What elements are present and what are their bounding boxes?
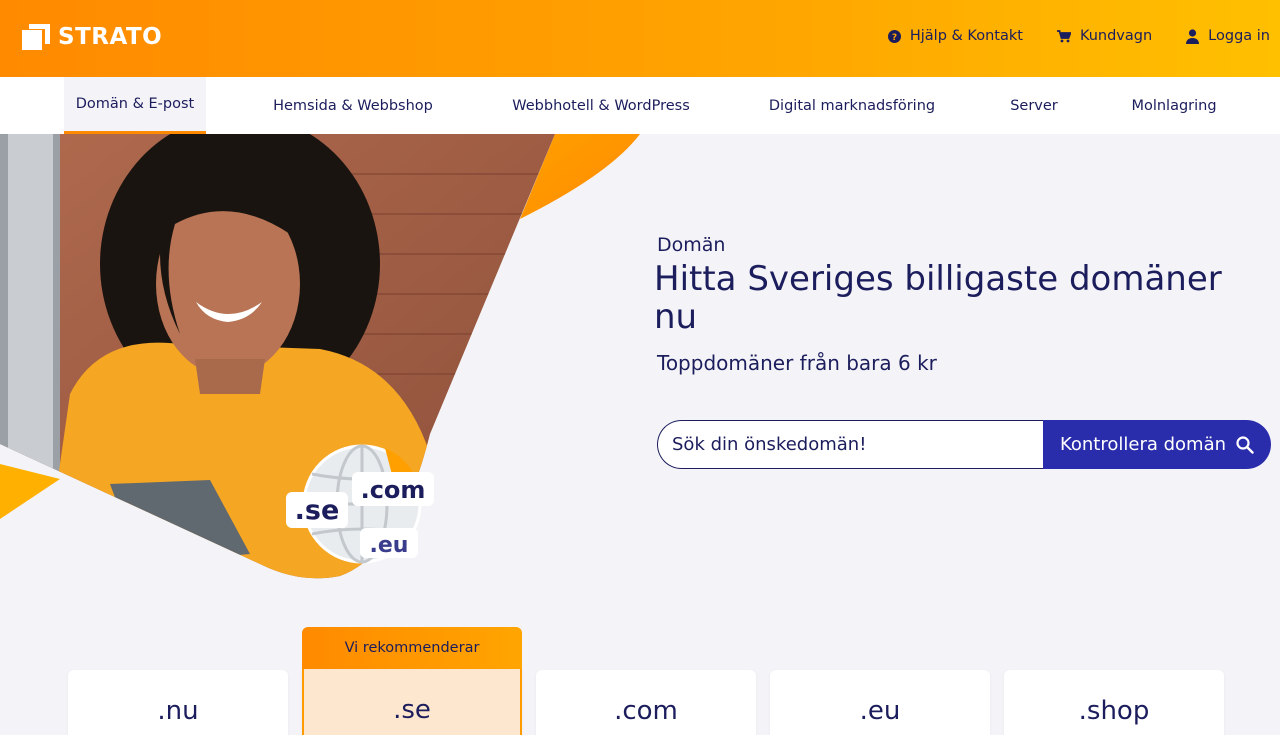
login-label: Logga in [1208,28,1270,44]
domain-tld: .se [393,695,431,725]
globe-tld-eu: .eu [370,533,409,558]
svg-text:?: ? [892,33,897,43]
nav-item-hosting-wordpress[interactable]: Webbhotell & WordPress [496,77,706,134]
nav-item-website-shop[interactable]: Hemsida & Webbshop [258,77,448,134]
domain-tld: .eu [859,696,901,726]
search-icon [1236,435,1254,454]
domain-tld: .com [614,696,678,726]
globe-tld-se: .se [295,495,340,526]
nav-item-label: Hemsida & Webbshop [273,97,433,114]
hero-subline: Toppdomäner från bara 6 kr [657,351,937,375]
domain-tld: .nu [157,696,199,726]
check-domain-label: Kontrollera domän [1059,434,1227,455]
user-icon [1186,28,1200,44]
domain-search-input[interactable] [657,420,1043,469]
domain-card-com[interactable]: .com [536,670,756,735]
nav-item-digital-marketing[interactable]: Digital marknadsföring [752,77,952,134]
header-links: ? Hjälp & Kontakt Kundvagn Logga in [887,28,1270,44]
domain-card-eu[interactable]: .eu [770,670,990,735]
globe-tld-com: .com [361,476,426,504]
hero-eyebrow: Domän [657,234,726,256]
top-header: STRATO ? Hjälp & Kontakt Kundvagn Logga … [0,0,1280,77]
hero-section: .com .se .eu [0,134,1280,604]
cart-link[interactable]: Kundvagn [1056,28,1153,44]
domain-search: Kontrollera domän [657,420,1271,469]
domain-card-se[interactable]: .se [302,669,522,735]
nav-item-cloud-storage[interactable]: Molnlagring [1118,77,1230,134]
strato-logo[interactable]: STRATO [22,24,162,50]
cart-label: Kundvagn [1079,28,1153,44]
nav-item-domain-email[interactable]: Domän & E-post [64,77,206,134]
hero-photo: .com .se .eu [0,134,640,579]
domain-card-nu[interactable]: .nu [68,670,288,735]
cart-icon [1056,29,1071,42]
recommended-badge: Vi rekommenderar [302,627,522,669]
check-domain-button[interactable]: Kontrollera domän [1043,420,1271,469]
main-nav: Domän & E-post Hemsida & Webbshop Webbho… [0,77,1280,134]
logo-mark-icon [22,24,50,50]
hero-headline: Hitta Sveriges billigaste domäner nu [654,259,1222,337]
logo-text: STRATO [58,24,163,50]
nav-item-label: Digital marknadsföring [768,97,936,114]
nav-item-label: Domän & E-post [75,96,195,112]
help-contact-label: Hjälp & Kontakt [909,28,1023,44]
nav-item-server[interactable]: Server [1000,77,1068,134]
nav-item-label: Molnlagring [1131,97,1217,114]
help-contact-link[interactable]: ? Hjälp & Kontakt [887,28,1023,44]
domain-tld: .shop [1078,696,1150,726]
help-icon: ? [887,29,901,43]
nav-item-label: Server [1010,97,1058,114]
login-link[interactable]: Logga in [1186,28,1270,44]
domain-card-shop[interactable]: .shop [1004,670,1224,735]
nav-item-label: Webbhotell & WordPress [512,97,690,114]
